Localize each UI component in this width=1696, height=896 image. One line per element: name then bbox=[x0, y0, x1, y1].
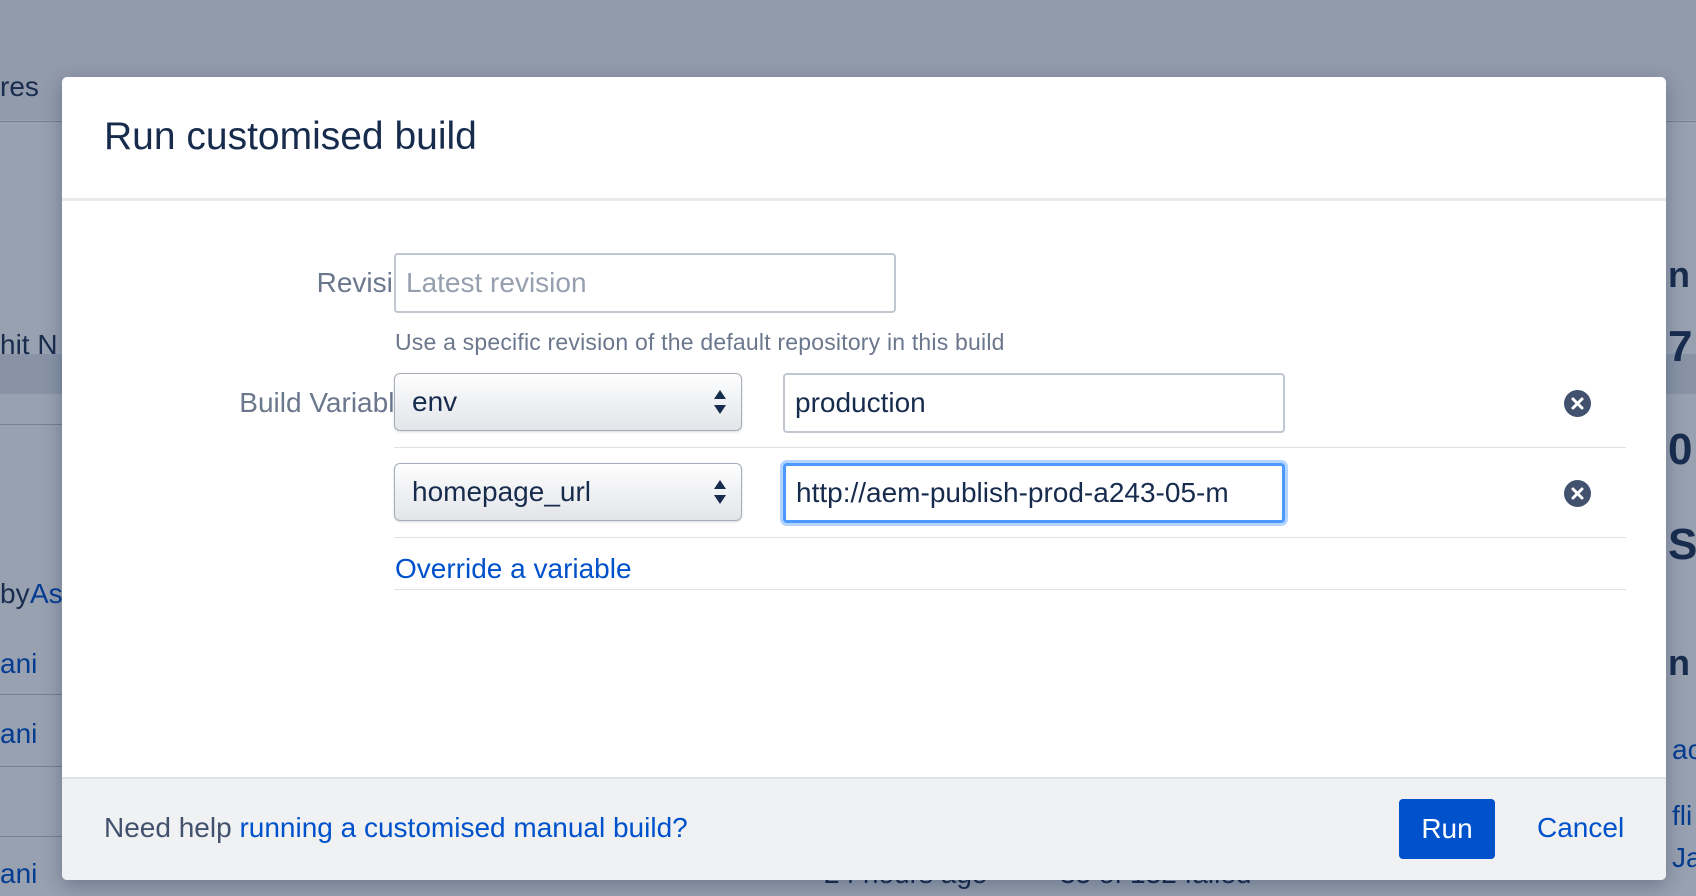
remove-variable-button-env[interactable] bbox=[1564, 390, 1591, 417]
variable-name-select-env[interactable]: env bbox=[394, 373, 742, 431]
revision-label: Revision bbox=[316, 267, 424, 298]
variables-bottom-divider bbox=[394, 589, 1626, 590]
variable-row-divider bbox=[394, 447, 1626, 448]
close-icon bbox=[1571, 397, 1584, 410]
variable-name-select-value: homepage_url bbox=[412, 476, 592, 507]
footer-help-prefix: Need help bbox=[104, 812, 240, 843]
select-arrows-icon bbox=[714, 480, 726, 504]
revision-input[interactable] bbox=[394, 253, 896, 313]
footer-help-text: Need help running a customised manual bu… bbox=[104, 812, 688, 844]
variable-name-select-homepage-url[interactable]: homepage_url bbox=[394, 463, 742, 521]
build-variables-label: Build Variables bbox=[239, 387, 424, 418]
variable-value-input-env[interactable] bbox=[783, 373, 1285, 433]
variable-row-divider bbox=[394, 537, 1626, 538]
cancel-link[interactable]: Cancel bbox=[1537, 812, 1624, 844]
remove-variable-button-homepage-url[interactable] bbox=[1564, 480, 1591, 507]
run-customised-build-dialog: Run customised build Revision Use a spec… bbox=[62, 77, 1666, 880]
select-arrows-icon bbox=[714, 390, 726, 414]
variable-name-select-value: env bbox=[412, 386, 458, 417]
revision-help-text: Use a specific revision of the default r… bbox=[395, 329, 1005, 355]
run-button[interactable]: Run bbox=[1399, 799, 1495, 859]
dialog-header: Run customised build bbox=[62, 77, 1666, 201]
close-icon bbox=[1571, 487, 1584, 500]
help-link[interactable]: running a customised manual build? bbox=[239, 812, 687, 843]
variable-value-input-homepage-url[interactable] bbox=[783, 463, 1285, 523]
dialog-title: Run customised build bbox=[104, 115, 477, 158]
override-variable-link[interactable]: Override a variable bbox=[395, 553, 632, 585]
dialog-footer: Need help running a customised manual bu… bbox=[62, 777, 1666, 880]
